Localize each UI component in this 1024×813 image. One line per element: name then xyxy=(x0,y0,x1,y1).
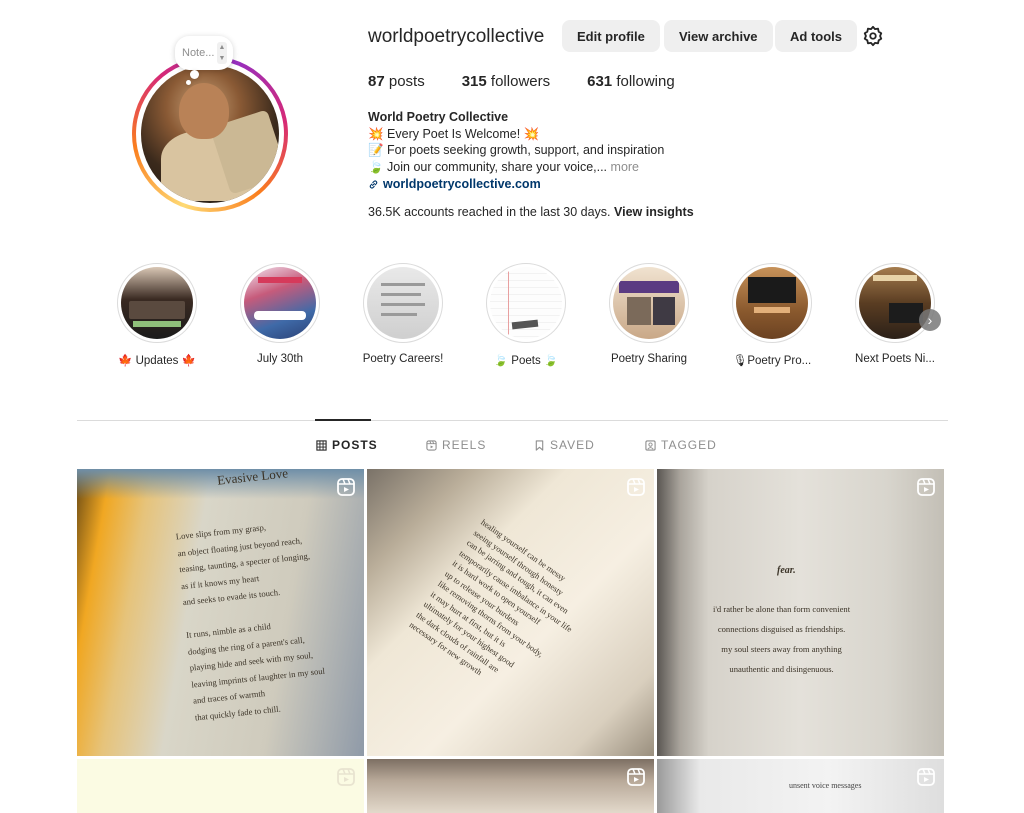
bookmark-icon xyxy=(535,439,544,451)
bio-line: 🍃 Join our community, share your voice,.… xyxy=(368,160,640,175)
posts-count: 87 posts xyxy=(368,73,425,90)
post-title: unsent voice messages xyxy=(789,781,862,790)
view-archive-button[interactable]: View archive xyxy=(664,20,773,52)
highlight-label: Next Poets Ni... xyxy=(855,353,935,365)
story-highlights: 🍁 Updates 🍁 July 30th Poetry Careers! 🍃 … xyxy=(117,263,947,373)
reel-icon xyxy=(627,768,645,786)
link-icon xyxy=(369,180,378,189)
highlight-cover xyxy=(613,267,685,339)
highlight-poetry-pro[interactable]: 🎙Poetry Pro... xyxy=(722,263,822,367)
reel-icon xyxy=(627,478,645,496)
profile-display-name: World Poetry Collective xyxy=(368,110,509,124)
tagged-icon xyxy=(645,439,656,451)
note-bubble[interactable]: Note... ▲ ▼ xyxy=(175,36,233,70)
insights-summary: 36.5K accounts reached in the last 30 da… xyxy=(368,205,694,219)
followers-count[interactable]: 315 followers xyxy=(462,73,550,90)
post-tile[interactable]: fear. i'd rather be alone than form conv… xyxy=(657,469,944,756)
highlight-cover xyxy=(859,267,931,339)
tab-posts[interactable]: POSTS xyxy=(316,438,378,452)
tab-active-indicator xyxy=(315,419,371,421)
ad-tools-button[interactable]: Ad tools xyxy=(775,20,857,52)
highlight-label: 🍁 Updates 🍁 xyxy=(118,355,196,367)
highlight-careers[interactable]: Poetry Careers! xyxy=(353,263,453,365)
tab-divider xyxy=(77,420,948,421)
highlight-label: July 30th xyxy=(256,353,304,365)
edit-profile-button[interactable]: Edit profile xyxy=(562,20,660,52)
reel-icon xyxy=(917,478,935,496)
highlight-cover xyxy=(244,267,316,339)
view-insights-link[interactable]: View insights xyxy=(614,205,694,219)
highlight-cover xyxy=(367,267,439,339)
note-scroll-icon: ▲ ▼ xyxy=(217,42,227,64)
highlight-cover xyxy=(736,267,808,339)
post-tile[interactable]: healing yourself can be messy seeing you… xyxy=(367,469,654,756)
profile-username: worldpoetrycollective xyxy=(368,26,545,47)
bio-website-link[interactable]: worldpoetrycollective.com xyxy=(368,176,768,193)
highlight-cover xyxy=(121,267,193,339)
tab-saved[interactable]: SAVED xyxy=(534,438,595,452)
note-bubble-tail-small xyxy=(186,80,191,85)
highlight-july[interactable]: July 30th xyxy=(230,263,330,365)
highlight-cover xyxy=(490,267,562,339)
note-placeholder: Note... xyxy=(182,47,215,59)
post-tile[interactable]: unsent voice messages xyxy=(657,759,944,813)
highlights-next-chevron-icon[interactable]: › xyxy=(919,309,941,331)
bio-line: 💥 Every Poet Is Welcome! 💥 xyxy=(368,126,540,141)
tab-reels[interactable]: REELS xyxy=(426,438,486,452)
highlight-label: 🍃 Poets 🍃 xyxy=(493,355,559,367)
reels-icon xyxy=(426,439,437,451)
highlight-poets[interactable]: 🍃 Poets 🍃 xyxy=(476,263,576,367)
reel-icon xyxy=(337,768,355,786)
post-text: Love slips from my grasp, an object floa… xyxy=(175,522,326,722)
post-title: fear. xyxy=(777,565,796,576)
following-count[interactable]: 631 following xyxy=(587,73,675,90)
avatar xyxy=(141,65,279,203)
post-tile[interactable]: Evasive Love Love slips from my grasp, a… xyxy=(77,469,364,756)
post-tile[interactable] xyxy=(367,759,654,813)
bio-line: 📝 For poets seeking growth, support, and… xyxy=(368,143,665,158)
settings-gear-icon[interactable] xyxy=(862,25,884,47)
profile-bio: World Poetry Collective 💥 Every Poet Is … xyxy=(368,109,768,193)
reel-icon xyxy=(337,478,355,496)
post-text: healing yourself can be messy seeing you… xyxy=(407,517,574,678)
highlight-label: Poetry Careers! xyxy=(362,353,444,365)
highlight-label: 🎙Poetry Pro... xyxy=(732,355,812,367)
profile-avatar-ring[interactable] xyxy=(132,56,288,212)
highlight-sharing[interactable]: Poetry Sharing xyxy=(599,263,699,365)
reel-icon xyxy=(917,768,935,786)
post-tile[interactable] xyxy=(77,759,364,813)
highlight-updates[interactable]: 🍁 Updates 🍁 xyxy=(107,263,207,367)
bio-more-link[interactable]: more xyxy=(611,160,639,174)
post-text: i'd rather be alone than form convenient… xyxy=(713,604,851,674)
highlight-label: Poetry Sharing xyxy=(610,353,688,365)
note-bubble-tail xyxy=(190,70,199,79)
tab-tagged[interactable]: TAGGED xyxy=(645,438,717,452)
profile-stats: 87 posts 315 followers 631 following xyxy=(368,73,712,90)
grid-icon xyxy=(316,439,327,451)
